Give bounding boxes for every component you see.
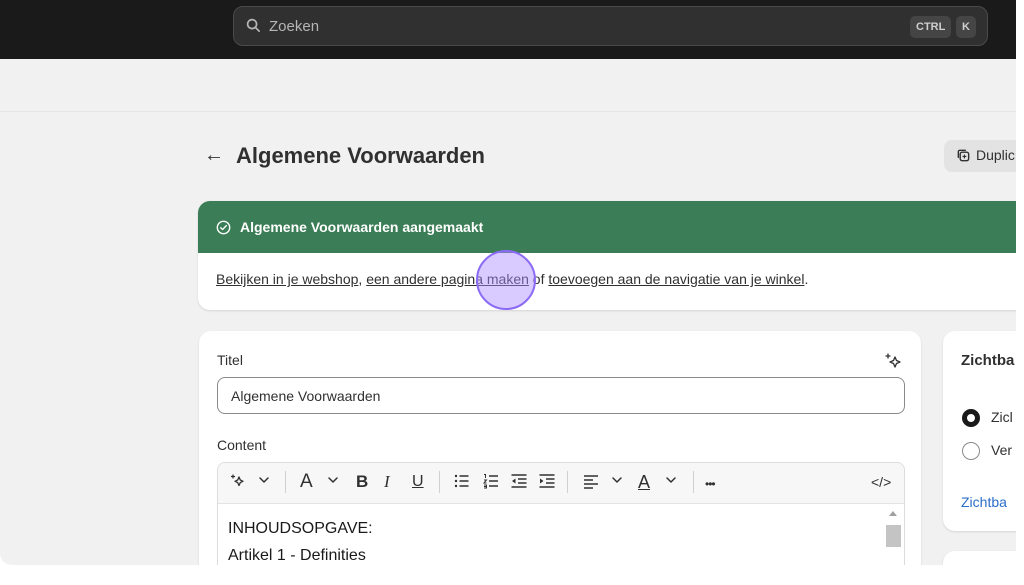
content-line: INHOUDSOPGAVE: (228, 520, 373, 537)
ai-generate-icon[interactable] (230, 472, 248, 496)
shortcut-ctrl-key: CTRL (910, 16, 952, 38)
bold-button[interactable]: B (356, 472, 368, 492)
view-in-webshop-link[interactable]: Bekijken in je webshop (216, 271, 358, 287)
banner-header: Algemene Voorwaarden aangemaakt (198, 201, 1016, 253)
bullet-list-icon[interactable] (453, 472, 471, 496)
title-label: Titel (217, 352, 243, 368)
hidden-radio-label: Ver (991, 442, 1013, 458)
duplicate-label: Duplic (976, 147, 1015, 163)
add-to-navigation-link[interactable]: toevoegen aan de navigatie van je winkel (548, 271, 804, 287)
chevron-down-icon[interactable] (611, 472, 623, 492)
success-banner: Algemene Voorwaarden aangemaakt Bekijken… (198, 201, 1016, 310)
chevron-down-icon[interactable] (665, 472, 677, 492)
side-card-2 (943, 551, 1016, 565)
top-bar: Zoeken CTRL K (0, 0, 1016, 59)
chevron-down-icon[interactable] (258, 472, 270, 492)
content-label: Content (217, 437, 267, 453)
back-arrow-icon[interactable]: ← (204, 144, 224, 167)
visibility-link[interactable]: Zichtba (961, 494, 1007, 510)
code-view-button[interactable]: </> (871, 472, 891, 492)
shortcut-k-key: K (956, 16, 976, 38)
toolbar-divider (567, 471, 568, 493)
text-color-button[interactable]: A (638, 472, 650, 492)
search-placeholder: Zoeken (269, 18, 320, 35)
italic-button[interactable]: I (384, 472, 390, 492)
hidden-radio[interactable] (962, 442, 980, 460)
banner-period: . (804, 271, 809, 287)
ai-sparkle-icon[interactable] (884, 352, 902, 375)
chevron-down-icon[interactable] (327, 472, 339, 492)
numbered-list-icon[interactable] (482, 472, 500, 496)
editor-scrollbar[interactable] (886, 507, 901, 565)
more-options-button[interactable]: ••• (705, 474, 716, 494)
app-window: Zoeken CTRL K ← Algemene Voorwaarden Dup… (0, 0, 1016, 565)
duplicate-icon (956, 147, 976, 163)
search-icon (246, 18, 261, 38)
font-style-button[interactable]: A (300, 472, 313, 492)
toolbar-divider (693, 471, 694, 493)
rich-text-editor[interactable]: A B I U A ••• </> INHOUDSOPGAVE: Artikel… (217, 462, 905, 565)
scroll-up-arrow-icon[interactable] (889, 511, 897, 516)
scroll-thumb[interactable] (886, 525, 901, 547)
underline-button[interactable]: U (412, 472, 424, 492)
editor-content[interactable]: INHOUDSOPGAVE: Artikel 1 - Definities (228, 515, 373, 565)
toolbar-divider (285, 471, 286, 493)
outdent-icon[interactable] (510, 472, 528, 496)
page-title: Algemene Voorwaarden (236, 143, 485, 168)
visibility-title: Zichtba (961, 352, 1015, 369)
duplicate-button[interactable]: Duplic (944, 140, 1016, 172)
sub-header (0, 59, 1016, 112)
banner-comma: , (358, 271, 363, 287)
toolbar-divider (439, 471, 440, 493)
content-line: Artikel 1 - Definities (228, 547, 366, 564)
align-left-icon[interactable] (582, 472, 600, 496)
search-bar[interactable]: Zoeken CTRL K (233, 6, 988, 46)
indent-icon[interactable] (538, 472, 556, 496)
cursor-highlight (476, 250, 536, 310)
title-input[interactable] (217, 377, 905, 414)
editor-toolbar: A B I U A ••• </> (218, 463, 904, 504)
visible-radio-label: Zicl (991, 409, 1013, 425)
visible-radio[interactable] (962, 409, 980, 427)
banner-title: Algemene Voorwaarden aangemaakt (240, 219, 484, 235)
